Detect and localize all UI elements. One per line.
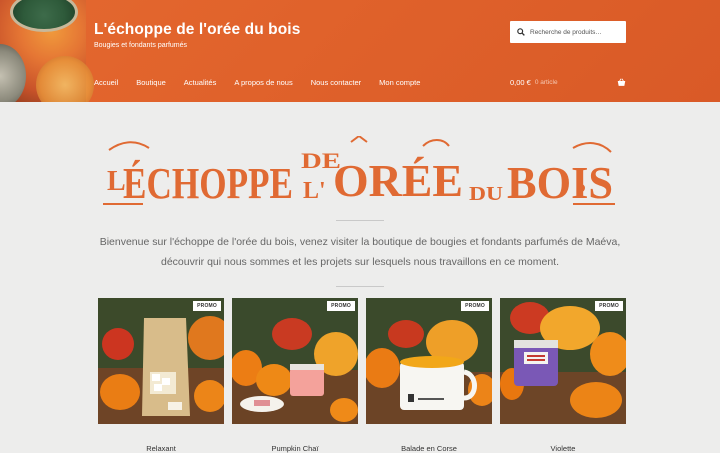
intro-line: découvrir qui nous sommes et les projets… [160, 255, 560, 268]
site-tagline: Bougies et fondants parfumés [94, 42, 188, 49]
nav-item-actualites[interactable]: Actualités [184, 78, 217, 87]
promo-badge: PROMO [327, 301, 355, 311]
nav-item-boutique[interactable]: Boutique [136, 78, 166, 87]
nav-item-contact[interactable]: Nous contacter [311, 78, 361, 87]
product-photo [232, 298, 358, 424]
logo-word: ORÉE [333, 155, 463, 206]
nav-item-a-propos[interactable]: A propos de nous [234, 78, 292, 87]
cart-count: 0 article [534, 79, 558, 86]
promo-badge: PROMO [461, 301, 489, 311]
product-image[interactable]: PROMO [232, 298, 358, 424]
logo-word: L' [303, 178, 326, 204]
product-card[interactable]: PROMO Relaxant [98, 298, 224, 453]
search-icon [517, 28, 525, 36]
site-title[interactable]: L'échoppe de l'orée du bois [94, 21, 300, 39]
logo-word: ÉCHOPPE [123, 159, 293, 208]
photo-bowl [0, 44, 26, 102]
product-image[interactable]: PROMO [500, 298, 626, 424]
basket-icon [617, 78, 626, 86]
product-name[interactable]: Pumpkin Chaï [232, 444, 358, 453]
photo-bowl [36, 56, 94, 102]
product-image[interactable]: PROMO [366, 298, 492, 424]
promo-badge: PROMO [193, 301, 221, 311]
product-name[interactable]: Violette [500, 444, 626, 453]
photo-bowl [10, 0, 78, 32]
product-name[interactable]: Balade en Corse [366, 444, 492, 453]
divider [336, 286, 384, 287]
site-header: L'échoppe de l'orée du bois Bougies et f… [0, 0, 720, 102]
intro-line: Bienvenue sur l'échoppe de l'orée du boi… [99, 236, 621, 248]
product-card[interactable]: PROMO Pumpkin Chaï [232, 298, 358, 453]
header-photo [0, 0, 94, 102]
nav-item-accueil[interactable]: Accueil [94, 78, 118, 87]
product-image[interactable]: PROMO [98, 298, 224, 424]
product-name[interactable]: Relaxant [98, 444, 224, 453]
product-photo [500, 298, 626, 424]
main-nav: Accueil Boutique Actualités A propos de … [94, 78, 438, 87]
search-box[interactable] [510, 21, 626, 43]
product-photo [366, 298, 492, 424]
intro-text: Bienvenue sur l'échoppe de l'orée du boi… [80, 233, 640, 272]
nav-item-mon-compte[interactable]: Mon compte [379, 78, 420, 87]
cart-total: 0,00 € [510, 78, 531, 87]
promo-badge: PROMO [595, 301, 623, 311]
logo-word: DU [469, 183, 503, 205]
product-card[interactable]: PROMO Violette [500, 298, 626, 453]
product-photo [98, 298, 224, 424]
brand-logo: L' ÉCHOPPE DE L' ORÉE DU BOIS [103, 136, 615, 208]
cart-link[interactable]: 0,00 € 0 article [510, 78, 626, 87]
product-card[interactable]: PROMO Balade en Corse [366, 298, 492, 453]
search-input[interactable] [530, 28, 620, 36]
logo-word: BOIS [507, 157, 613, 208]
divider [336, 220, 384, 221]
